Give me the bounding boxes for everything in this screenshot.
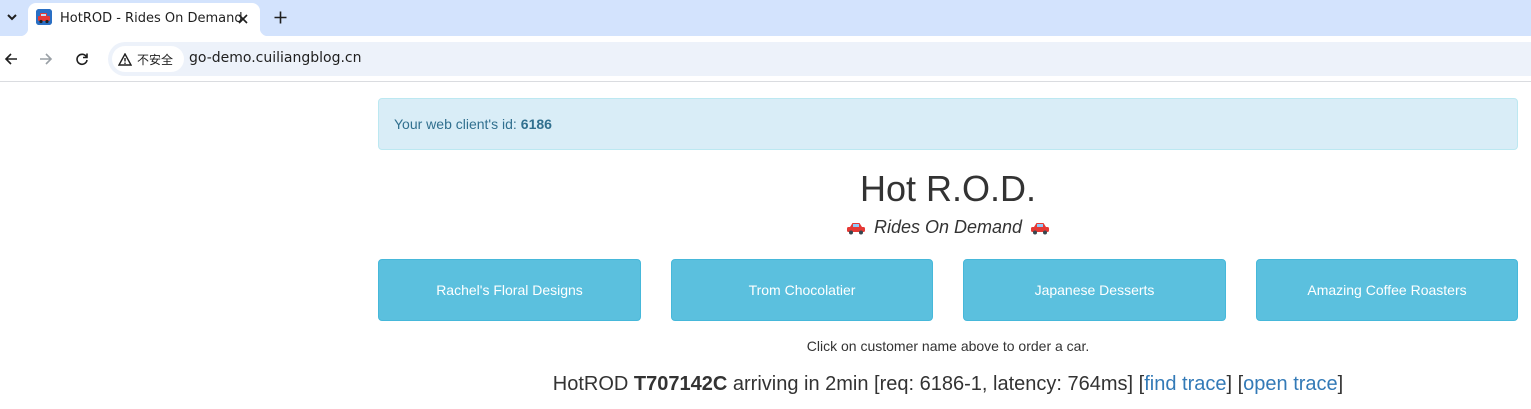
close-icon bbox=[238, 14, 248, 24]
log-prefix: HotROD bbox=[552, 373, 629, 395]
order-hint: Click on customer name above to order a … bbox=[806, 338, 1090, 354]
url-text[interactable]: go-demo.cuiliangblog.cn bbox=[189, 50, 362, 66]
reload-icon bbox=[76, 53, 88, 66]
find-trace-link[interactable]: find trace bbox=[1144, 373, 1226, 395]
security-label: 不安全 bbox=[137, 52, 174, 67]
car-icon bbox=[846, 222, 865, 234]
warning-icon bbox=[118, 52, 132, 66]
favicon-icon bbox=[36, 9, 52, 25]
log-details: arriving in 2min [req: 6186-1, latency: … bbox=[732, 373, 1145, 395]
chevron-down-icon bbox=[7, 14, 17, 21]
car-icon bbox=[1031, 222, 1050, 234]
forward-button[interactable] bbox=[35, 48, 57, 70]
address-bar[interactable]: 不安全 go-demo.cuiliangblog.cn bbox=[108, 42, 1531, 76]
customer-button-amazing-coffee-roasters[interactable]: Amazing Coffee Roasters bbox=[1256, 259, 1518, 321]
customer-button-japanese-desserts[interactable]: Japanese Desserts bbox=[963, 259, 1226, 321]
tab-title: HotROD - Rides On Demand bbox=[60, 11, 243, 26]
client-id-label: Your web client's id: bbox=[394, 116, 517, 132]
customer-button-trom-chocolatier[interactable]: Trom Chocolatier bbox=[671, 259, 933, 321]
tab-close-button[interactable] bbox=[234, 10, 252, 28]
back-arrow-icon bbox=[4, 53, 17, 65]
driver-id: T707142C bbox=[633, 373, 728, 395]
plus-icon bbox=[274, 11, 286, 23]
page-subtitle: Rides On Demand bbox=[378, 217, 1518, 238]
tab-search-button[interactable] bbox=[0, 4, 24, 30]
ride-log-entry: HotROD T707142C arriving in 2min [req: 6… bbox=[378, 373, 1518, 396]
security-chip[interactable]: 不安全 bbox=[112, 46, 184, 72]
page-title: Hot R.O.D. bbox=[859, 168, 1037, 209]
log-suffix: ] bbox=[1337, 373, 1344, 395]
forward-arrow-icon bbox=[40, 53, 53, 65]
tab-strip: HotROD - Rides On Demand bbox=[0, 0, 1531, 36]
subtitle-text: Rides On Demand bbox=[873, 217, 1023, 237]
open-trace-link[interactable]: open trace bbox=[1243, 373, 1338, 395]
client-id-alert: Your web client's id: 6186 bbox=[378, 98, 1518, 150]
log-separator: ] [ bbox=[1226, 373, 1244, 395]
reload-button[interactable] bbox=[71, 48, 93, 70]
browser-toolbar: 不安全 go-demo.cuiliangblog.cn bbox=[0, 36, 1531, 82]
browser-tab[interactable]: HotROD - Rides On Demand bbox=[20, 3, 268, 36]
customer-button-rachels-floral-designs[interactable]: Rachel's Floral Designs bbox=[378, 259, 641, 321]
new-tab-button[interactable] bbox=[270, 7, 290, 27]
back-button[interactable] bbox=[0, 48, 22, 70]
client-id-value: 6186 bbox=[520, 116, 552, 132]
